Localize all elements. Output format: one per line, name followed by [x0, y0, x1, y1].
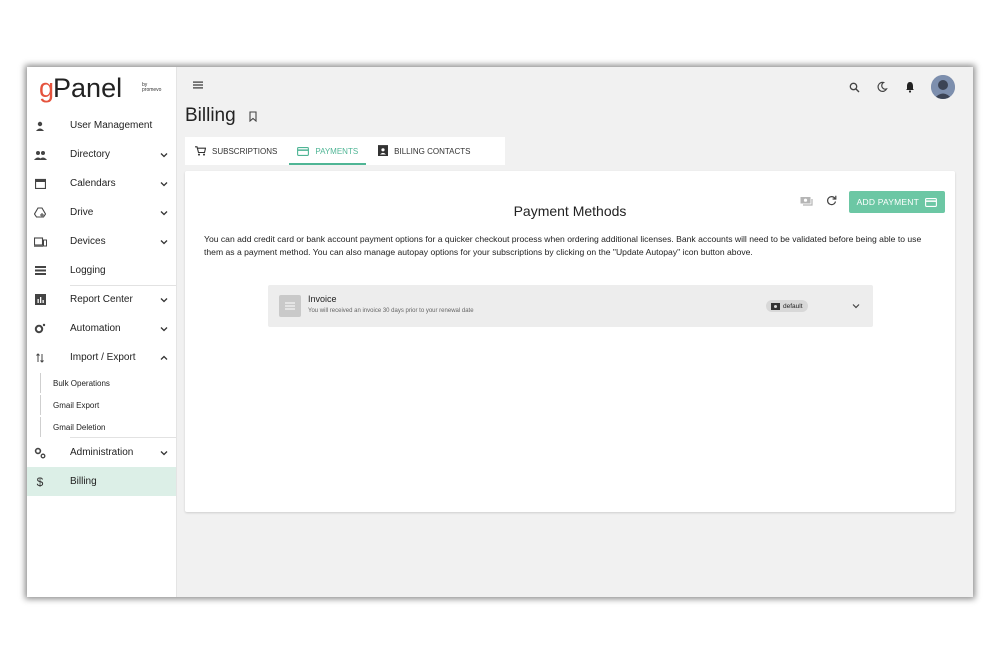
list-icon: [33, 264, 47, 278]
sidebar-item-label: Import / Export: [70, 352, 136, 363]
sidebar-item-label: Automation: [70, 323, 121, 334]
sidebar-item-label: Billing: [70, 476, 97, 487]
sidebar-subitem-gmail-deletion[interactable]: Gmail Deletion: [40, 417, 173, 437]
chevron-down-icon[interactable]: [160, 449, 168, 457]
billing-tabs: SUBSCRIPTIONS PAYMENTS BILLING CONTACTS: [185, 137, 505, 165]
gear-automation-icon: [33, 322, 47, 336]
sidebar-item-billing[interactable]: $ Billing: [27, 467, 176, 496]
sidebar-item-import-export[interactable]: Import / Export: [27, 343, 176, 372]
chart-icon: [33, 293, 47, 307]
sidebar-item-calendars[interactable]: Calendars: [27, 169, 176, 198]
sidebar-item-label: Report Center: [70, 294, 133, 305]
payment-method-detail: You will received an invoice 30 days pri…: [308, 308, 474, 314]
sidebar-item-drive[interactable]: Drive: [27, 198, 176, 227]
credit-card-icon: [297, 146, 310, 156]
chevron-down-icon[interactable]: [160, 180, 168, 188]
page-title: Billing: [185, 105, 236, 126]
sidebar-item-automation[interactable]: Automation: [27, 314, 176, 343]
calendar-icon: [33, 177, 47, 191]
notifications-bell-icon[interactable]: [903, 80, 917, 94]
chevron-down-icon[interactable]: [852, 302, 860, 310]
sidebar-item-logging[interactable]: Logging: [27, 256, 176, 285]
bookmark-icon[interactable]: [249, 111, 257, 122]
payment-methods-card: Payment Methods ADD PAYMENT You can add …: [185, 171, 955, 512]
hamburger-menu-icon[interactable]: [192, 79, 204, 91]
add-payment-label: ADD PAYMENT: [856, 197, 919, 207]
money-icon: [771, 302, 780, 310]
sidebar-subitem-bulk-operations[interactable]: Bulk Operations: [40, 373, 173, 393]
refresh-icon[interactable]: [826, 193, 837, 211]
add-payment-button[interactable]: ADD PAYMENT: [848, 191, 945, 213]
invoice-icon: [279, 295, 301, 317]
badge-label: default: [783, 302, 803, 310]
sidebar: gPanel by promevo User Management Direct…: [27, 67, 177, 597]
top-actions: [847, 75, 955, 99]
drive-icon: [33, 206, 47, 220]
chevron-down-icon[interactable]: [160, 296, 168, 304]
tab-subscriptions[interactable]: SUBSCRIPTIONS: [185, 137, 287, 165]
chevron-down-icon[interactable]: [160, 151, 168, 159]
sidebar-item-label: Calendars: [70, 178, 116, 189]
sidebar-item-label: Logging: [70, 265, 106, 276]
default-badge: default: [766, 300, 808, 312]
sidebar-item-label: Administration: [70, 447, 134, 458]
tab-payments[interactable]: PAYMENTS: [287, 137, 368, 165]
gpanel-logo[interactable]: gPanel by promevo: [39, 73, 169, 107]
cart-icon: [195, 146, 206, 156]
tab-label: BILLING CONTACTS: [394, 146, 471, 156]
contact-card-icon: [378, 145, 389, 156]
sidebar-item-user-management[interactable]: User Management: [27, 111, 176, 140]
logo-byline: by promevo: [142, 83, 161, 93]
sidebar-item-administration[interactable]: Administration: [27, 438, 176, 467]
tab-billing-contacts[interactable]: BILLING CONTACTS: [368, 137, 480, 165]
import-export-icon: [33, 351, 47, 365]
tab-label: SUBSCRIPTIONS: [212, 146, 278, 156]
payments-description: You can add credit card or bank account …: [204, 234, 922, 257]
gears-icon: [33, 446, 47, 460]
credit-card-add-icon: [925, 197, 937, 207]
update-autopay-icon[interactable]: [800, 193, 814, 211]
avatar[interactable]: [931, 75, 955, 99]
app-window: gPanel by promevo User Management Direct…: [27, 67, 973, 597]
sidebar-item-label: Drive: [70, 207, 94, 218]
dark-mode-icon[interactable]: [875, 80, 889, 94]
chevron-down-icon[interactable]: [160, 238, 168, 246]
people-icon: [33, 148, 47, 162]
logo-brand: promevo: [142, 87, 162, 93]
payment-method-name: Invoice: [308, 294, 337, 304]
sidebar-subitem-gmail-export[interactable]: Gmail Export: [40, 395, 173, 415]
chevron-down-icon[interactable]: [160, 325, 168, 333]
logo-text: Panel: [53, 73, 123, 103]
person-icon: [33, 119, 47, 133]
search-icon[interactable]: [847, 80, 861, 94]
chevron-up-icon[interactable]: [160, 354, 168, 362]
sidebar-item-label: Devices: [70, 236, 106, 247]
sidebar-item-directory[interactable]: Directory: [27, 140, 176, 169]
card-actions: ADD PAYMENT: [800, 191, 945, 213]
sidebar-item-label: Directory: [70, 149, 111, 160]
devices-icon: [33, 235, 47, 249]
tab-label: PAYMENTS: [315, 146, 359, 156]
sidebar-item-report-center[interactable]: Report Center: [27, 285, 176, 314]
payment-method-row[interactable]: Invoice You will received an invoice 30 …: [268, 285, 873, 327]
sidebar-item-devices[interactable]: Devices: [27, 227, 176, 256]
logo-letter: g: [39, 73, 54, 103]
sidebar-item-label: User Management: [70, 120, 153, 131]
chevron-down-icon[interactable]: [160, 209, 168, 217]
dollar-icon: $: [36, 474, 44, 489]
